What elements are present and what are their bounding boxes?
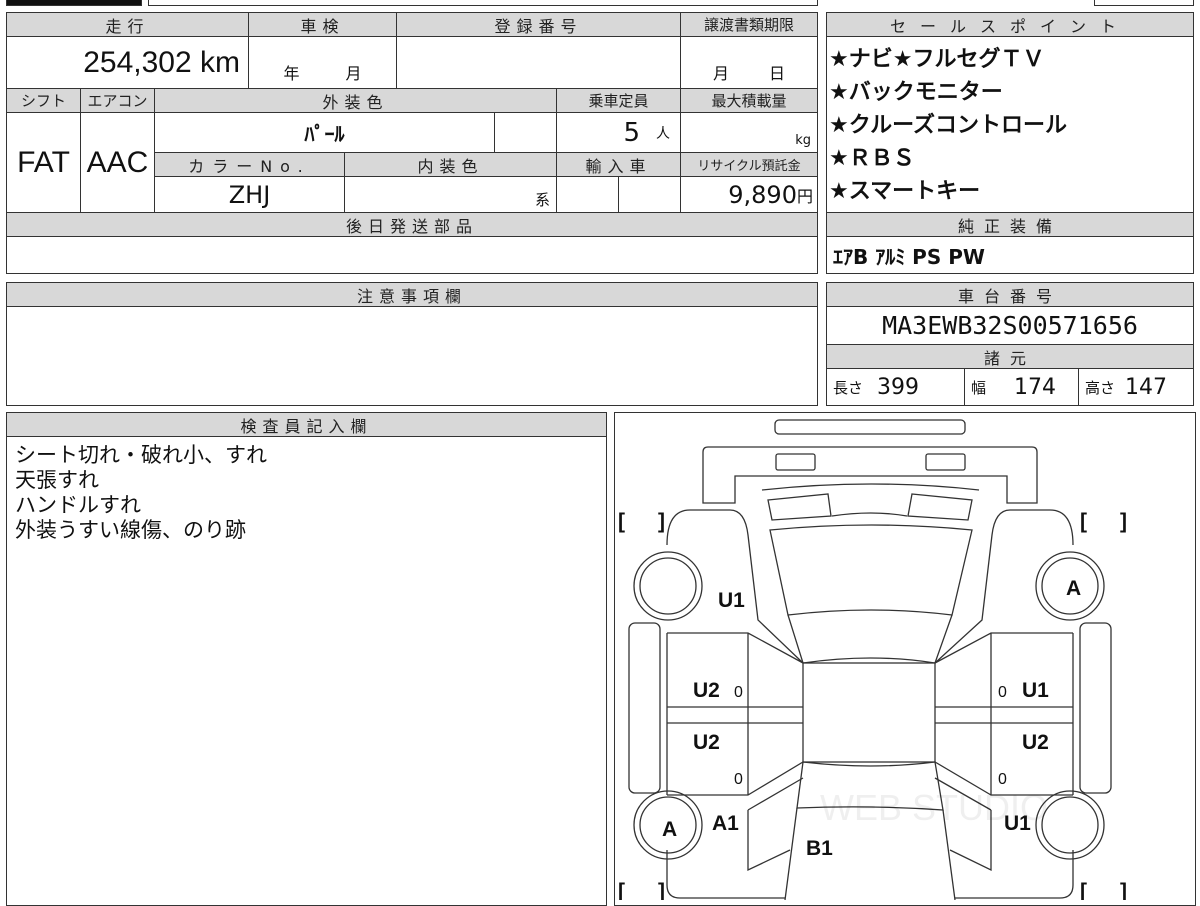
spec-width: 幅 174 [964,368,1079,406]
lamp-right [925,453,966,471]
bracket: ] [658,510,665,533]
lamp-left [775,453,816,471]
sales-point-item: ★ＲＢＳ [829,146,915,171]
bracket: [ [618,880,625,900]
inspector-note-line: ハンドルすれ [15,493,141,517]
windshield [769,524,973,616]
aircon-header: エアコン [80,88,155,113]
exterior-color-value: ﾊﾟｰﾙ [154,112,495,153]
sales-point-item: ★ナビ★フルセグＴＶ [829,47,1045,72]
damage-mark: U1 [718,589,745,612]
inspection-value: 年月 [248,36,397,89]
import-cell-1 [556,176,619,213]
sales-point-item: ★スマートキー [829,179,981,204]
damage-mark: 0 [734,771,743,788]
rear-bumper-top [774,419,966,435]
right-body [934,509,1074,899]
inspector-header: 検査員記入欄 [6,412,607,437]
top-strip [148,0,818,6]
car-diagram-svg: [ ] [ ] [ ] [ ] U1 A U2 0 0 U1 U2 U2 0 0… [618,419,1127,900]
chassis-number: MA3EWB32S00571656 [826,306,1194,345]
capacity-value: 5人 [556,112,681,153]
inspector-note-line: シート切れ・破れ小、すれ [15,443,267,467]
import-cell-2 [618,176,681,213]
registration-value [396,36,681,89]
damage-mark: U2 [1022,731,1049,754]
shift-header: シフト [6,88,81,113]
top-strip-right [1094,0,1194,6]
registration-header: 登録番号 [396,12,681,37]
notes-body [6,306,818,406]
roof-front [787,614,953,664]
recycle-value: 9,890 円 [680,176,818,213]
aircon-value: AAC [80,112,155,213]
exterior-color-extra [494,112,557,153]
specs-header: 諸元 [826,344,1194,369]
inspector-note-line: 外装うすい線傷、のり跡 [15,518,246,542]
recycle-header: リサイクル預託金 [680,152,818,177]
transfer-deadline-header: 譲渡書類期限 [680,12,818,37]
headlights [767,493,973,521]
hood-edge [761,483,980,491]
bracket: ] [658,880,665,900]
damage-mark: U2 [693,679,720,702]
sales-point-item: ★クルーズコントロール [829,113,1067,138]
notes-header: 注意事項欄 [6,282,818,307]
sales-point-item: ★バックモニター [829,80,1003,105]
max-load-value: kg [680,112,818,153]
inspection-header: 車検 [248,12,397,37]
equipment-value: ｴｱB ｱﾙﾐ PS PW [826,236,1194,274]
inspector-note-line: 天張すれ [15,468,99,492]
bracket: ] [1120,510,1127,533]
shift-value: FAT [6,112,81,213]
wheel-front-left [633,551,703,621]
inspector-notes: シート切れ・破れ小、すれ 天張すれ ハンドルすれ 外装うすい線傷、のり跡 [6,436,607,906]
mileage-header: 走行 [6,12,249,37]
import-header: 輸入車 [556,152,681,177]
right-side-panel [1079,622,1112,794]
color-no-header: カラーNo. [154,152,345,177]
mileage-value: 254,302 km [6,36,249,89]
damage-mark: B1 [806,837,833,860]
bumper-outline [702,446,1038,504]
bracket: [ [618,510,625,533]
damage-mark: A1 [712,812,739,835]
bracket: [ [1080,880,1087,900]
roof [802,662,936,763]
damage-mark: A [1066,577,1081,600]
interior-color-header: 内装色 [344,152,557,177]
damage-mark: 0 [734,684,743,701]
capacity-header: 乗車定員 [556,88,681,113]
bracket: ] [1120,880,1127,900]
sales-points-list: ★ナビ★フルセグＴＶ ★バックモニター ★クルーズコントロール ★ＲＢＳ ★スマ… [826,36,1194,213]
damage-mark: U2 [693,731,720,754]
interior-color-value: 系 [344,176,557,213]
sales-points-header: セールスポイント [826,12,1194,37]
damage-mark: 0 [998,771,1007,788]
bracket: [ [1080,510,1087,533]
spec-height: 高さ 147 [1078,368,1194,406]
exterior-color-header: 外装色 [154,88,557,113]
damage-mark: A [662,818,677,841]
spec-length: 長さ 399 [826,368,965,406]
transfer-deadline-value: 月日 [680,36,818,89]
watermark: WEB STUDIO [820,787,1048,828]
max-load-header: 最大積載量 [680,88,818,113]
left-body [666,509,804,899]
later-parts-header: 後日発送部品 [6,212,818,237]
top-black-tab [6,0,142,6]
equipment-header: 純正装備 [826,212,1194,237]
damage-mark: 0 [998,684,1007,701]
left-side-panel [628,622,661,794]
chassis-header: 車台番号 [826,282,1194,307]
later-parts-body [6,236,818,274]
color-no-value: ZHJ [154,176,345,213]
damage-mark: U1 [1022,679,1049,702]
